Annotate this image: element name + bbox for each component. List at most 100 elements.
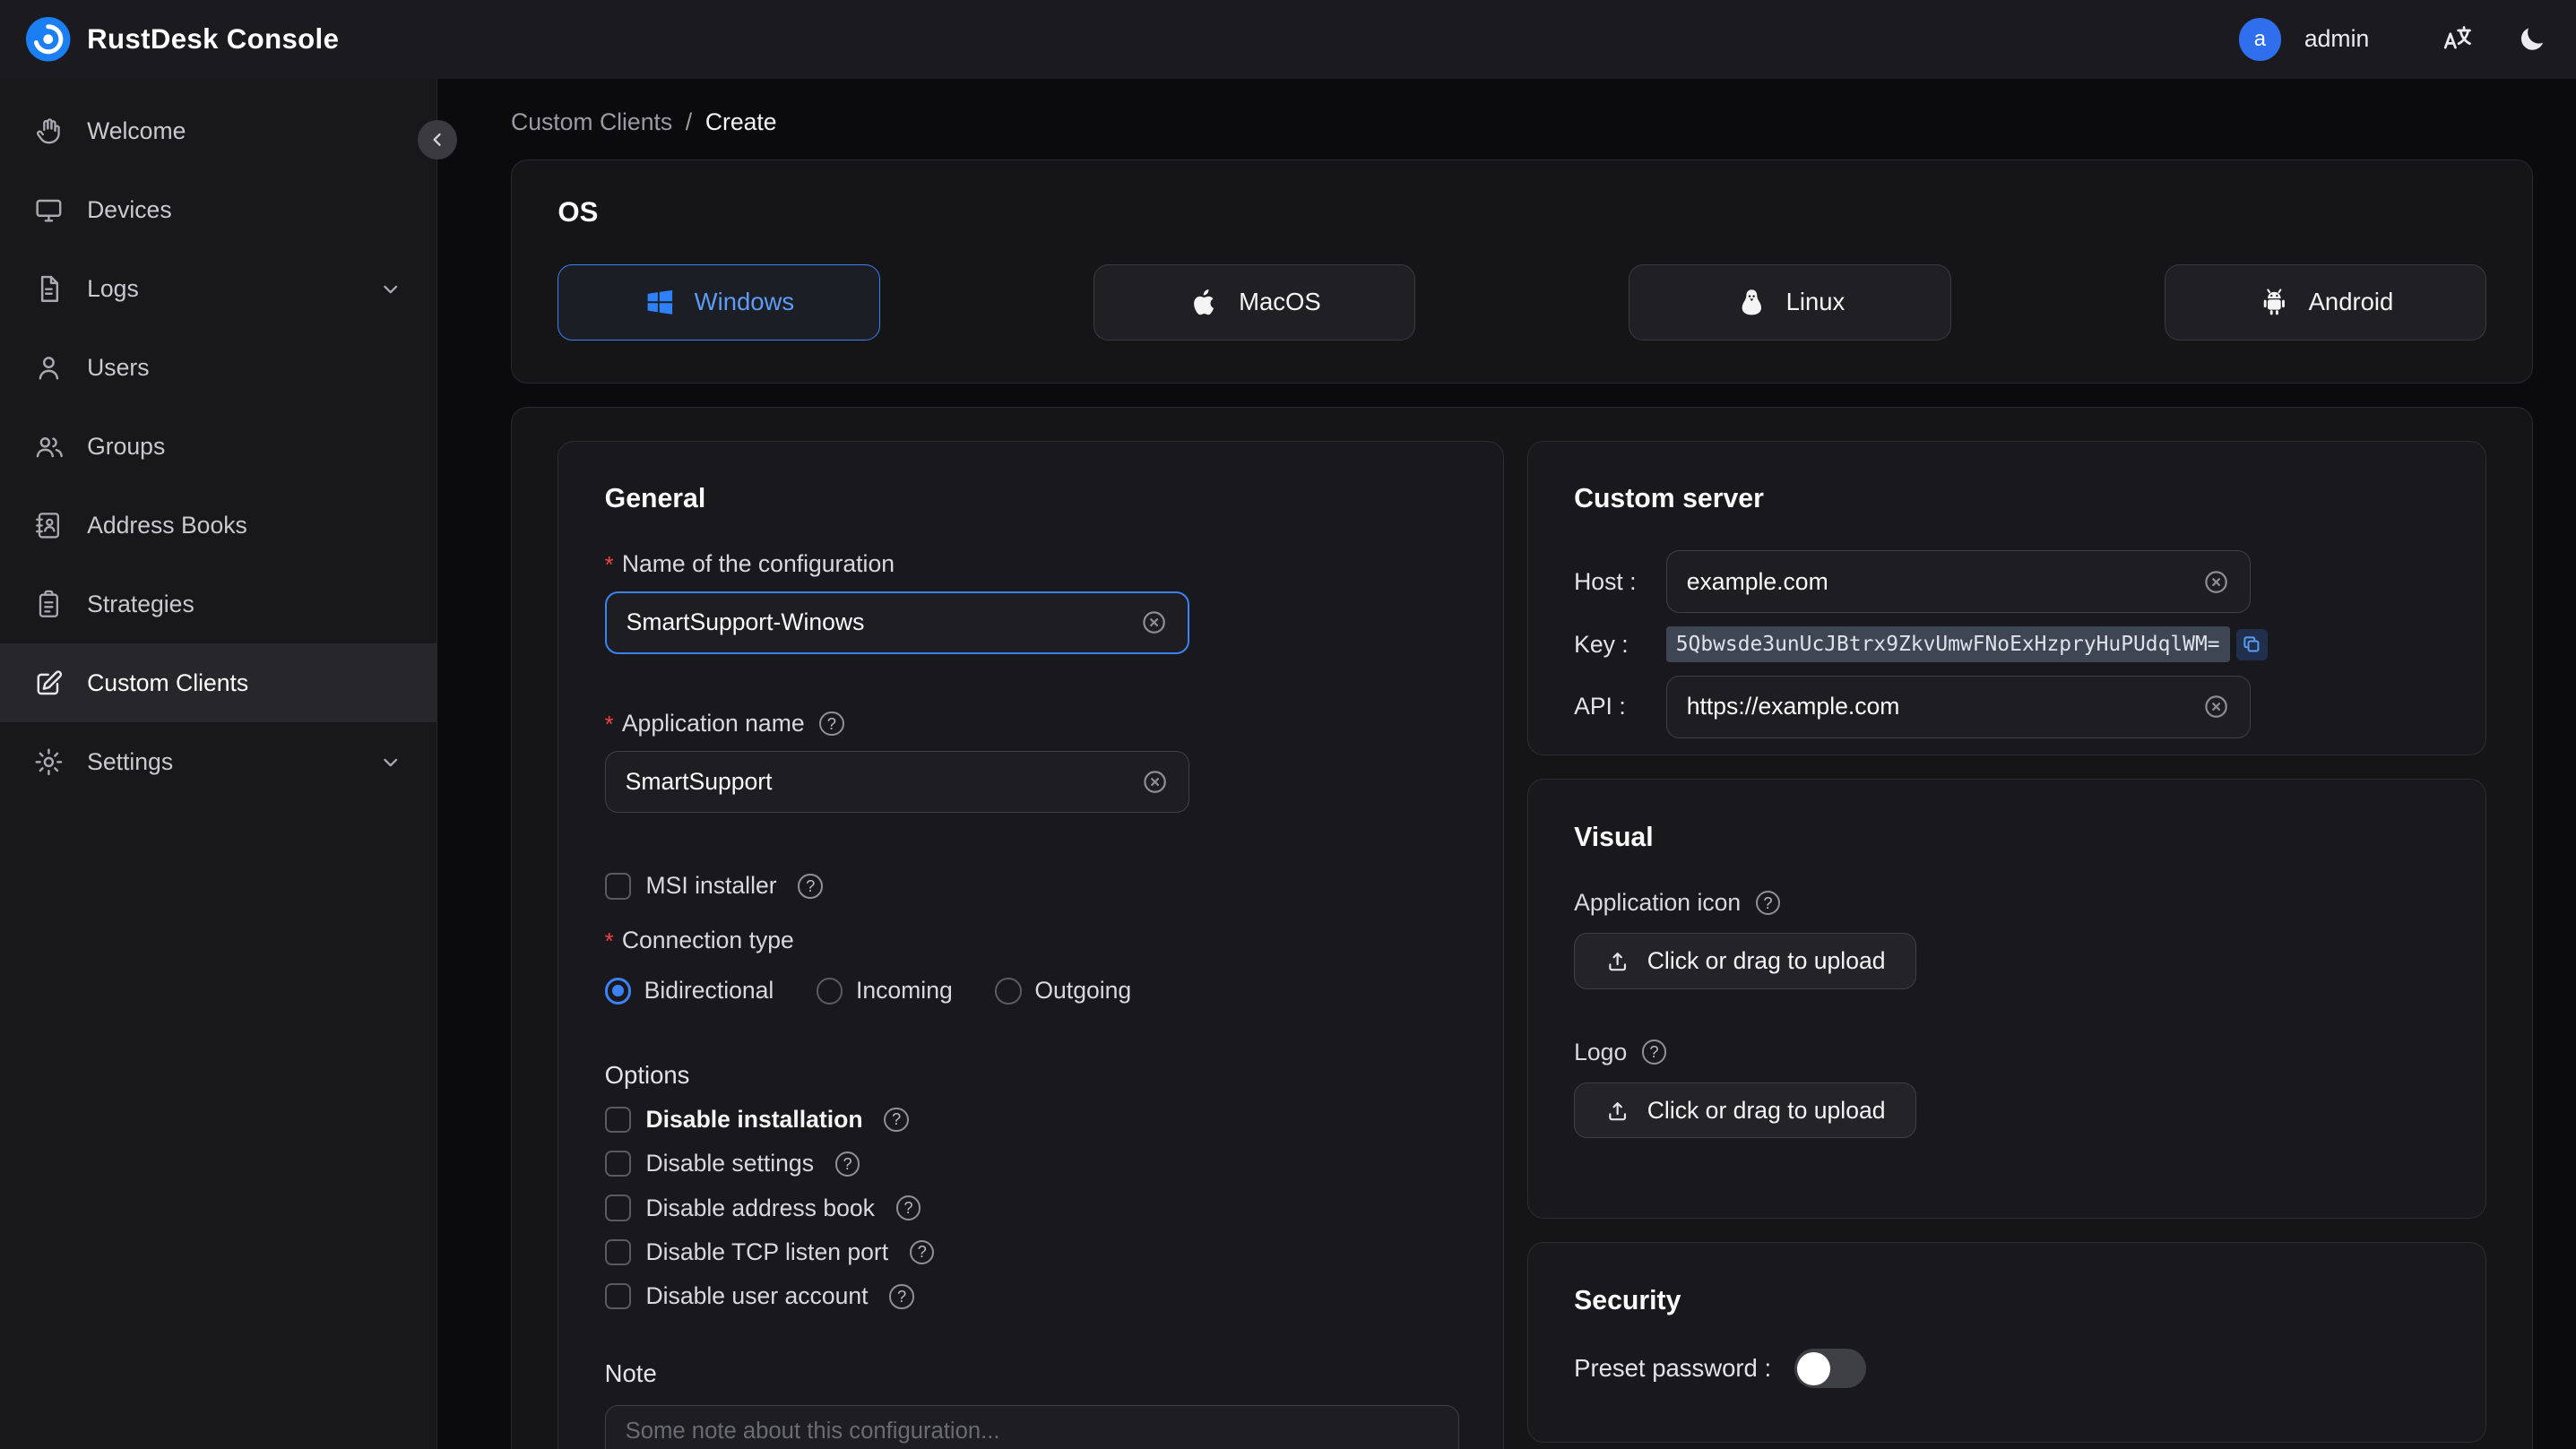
- breadcrumb: Custom Clients / Create: [511, 108, 2533, 136]
- custom-server-card: Custom server Host : Key : 5Qbwsde3unUcJ…: [1526, 440, 2487, 756]
- api-input[interactable]: [1686, 693, 2190, 721]
- name-of-configuration-label: * Name of the configuration: [604, 550, 895, 579]
- checkbox[interactable]: [604, 1106, 631, 1134]
- upload-icon: [1604, 948, 1630, 974]
- msi-installer-row: MSI installer ?: [604, 872, 1457, 900]
- disable-tcp-listen-port-row: Disable TCP listen port ?: [604, 1238, 1457, 1266]
- options-list: Disable installation ? Disable settings …: [604, 1106, 1457, 1310]
- msi-installer-label: MSI installer: [645, 872, 777, 900]
- disable-user-account-row: Disable user account ?: [604, 1282, 1457, 1310]
- application-name-input[interactable]: [625, 768, 1128, 797]
- host-label: Host :: [1574, 567, 1637, 595]
- logo-label: Logo ?: [1574, 1039, 2440, 1066]
- sidebar-item-logs[interactable]: Logs: [0, 250, 437, 329]
- sidebar-item-users[interactable]: Users: [0, 329, 437, 408]
- os-panel: OS Windows MacOS Linux Android: [511, 159, 2534, 384]
- copy-icon[interactable]: [2235, 628, 2268, 660]
- sidebar-item-groups[interactable]: Groups: [0, 408, 437, 487]
- clear-circle-icon[interactable]: [1140, 608, 1168, 636]
- general-card: General * Name of the configuration * Ap…: [558, 440, 1505, 1449]
- username: admin: [2304, 25, 2370, 53]
- connection-type-label: * Connection type: [604, 926, 794, 954]
- sidebar-item-label: Address Books: [87, 511, 247, 539]
- radio-button[interactable]: [604, 978, 631, 1005]
- sidebar-item-label: Custom Clients: [87, 668, 249, 696]
- host-input[interactable]: [1686, 567, 2190, 596]
- host-field: [1665, 550, 2252, 614]
- custom-server-title: Custom server: [1574, 484, 1764, 514]
- theme-toggle-moon-icon[interactable]: [2514, 22, 2550, 57]
- breadcrumb-parent[interactable]: Custom Clients: [511, 108, 672, 136]
- required-marker: *: [604, 928, 614, 954]
- os-button-linux[interactable]: Linux: [1629, 264, 1951, 341]
- application-icon-upload-button[interactable]: Click or drag to upload: [1574, 933, 1916, 989]
- clear-circle-icon[interactable]: [1141, 768, 1169, 796]
- radio-incoming[interactable]: Incoming: [817, 977, 953, 1005]
- checkbox[interactable]: [604, 1195, 631, 1221]
- sidebar-item-label: Users: [87, 354, 150, 382]
- server-key-value: 5Qbwsde3unUcJBtrx9ZkvUmwFNoExHzpryHuPUdq…: [1665, 625, 2230, 663]
- preset-password-label: Preset password :: [1574, 1354, 1772, 1383]
- topbar-right: a admin: [2238, 18, 2550, 61]
- sidebar-item-welcome[interactable]: Welcome: [0, 92, 437, 171]
- help-icon: ?: [1641, 1039, 1667, 1065]
- api-label: API :: [1574, 693, 1626, 720]
- clear-circle-icon[interactable]: [2202, 693, 2230, 720]
- checkbox[interactable]: [604, 1151, 631, 1177]
- visual-title: Visual: [1574, 822, 1654, 852]
- rustdesk-console-page: RustDesk Console a admin Welcome Devices…: [0, 0, 2576, 1449]
- configuration-name-input[interactable]: [626, 608, 1128, 637]
- sidebar-item-settings[interactable]: Settings: [0, 722, 437, 801]
- sidebar-item-label: Settings: [87, 747, 174, 775]
- preset-password-toggle[interactable]: [1794, 1349, 1867, 1389]
- application-name-field: [604, 750, 1190, 814]
- msi-installer-checkbox[interactable]: [604, 873, 631, 900]
- radio-outgoing[interactable]: Outgoing: [995, 977, 1131, 1005]
- sidebar-item-strategies[interactable]: Strategies: [0, 565, 437, 643]
- users-icon: [33, 431, 65, 462]
- sidebar-collapse-button[interactable]: [417, 119, 457, 160]
- sidebar-item-devices[interactable]: Devices: [0, 171, 437, 250]
- sidebar-item-label: Strategies: [87, 590, 194, 617]
- api-field: [1665, 676, 2252, 738]
- app-title: RustDesk Console: [87, 22, 340, 55]
- os-button-windows[interactable]: Windows: [558, 264, 880, 341]
- linux-tux-icon: [1735, 286, 1768, 319]
- sidebar-item-label: Devices: [87, 196, 172, 224]
- security-card: Security Preset password :: [1526, 1241, 2487, 1443]
- rustdesk-logo-icon: [26, 17, 70, 61]
- radio-button[interactable]: [995, 978, 1022, 1005]
- translate-icon[interactable]: [2438, 22, 2474, 57]
- gear-icon: [33, 746, 65, 778]
- required-marker: *: [604, 712, 614, 737]
- help-icon: ?: [798, 874, 823, 899]
- toggle-knob: [1797, 1351, 1831, 1385]
- checkbox[interactable]: [604, 1238, 631, 1266]
- help-icon: ?: [895, 1195, 921, 1220]
- right-column: Custom server Host : Key : 5Qbwsde3unUcJ…: [1526, 440, 2487, 1449]
- radio-bidirectional[interactable]: Bidirectional: [604, 977, 774, 1005]
- android-robot-icon: [2258, 286, 2291, 319]
- os-button-android[interactable]: Android: [2164, 264, 2487, 341]
- avatar[interactable]: a: [2238, 18, 2282, 61]
- upload-icon: [1604, 1098, 1630, 1124]
- note-input[interactable]: [604, 1404, 1459, 1449]
- breadcrumb-current: Create: [705, 108, 777, 135]
- required-marker: *: [604, 553, 614, 579]
- sidebar-item-address-books[interactable]: Address Books: [0, 486, 437, 565]
- help-icon: ?: [834, 1151, 860, 1177]
- os-button-macos[interactable]: MacOS: [1093, 264, 1416, 341]
- windows-logo-icon: [644, 286, 677, 319]
- preset-password-row: Preset password :: [1574, 1349, 2440, 1389]
- host-row: Host :: [1574, 550, 2440, 614]
- help-icon: ?: [889, 1284, 914, 1309]
- sidebar-item-custom-clients[interactable]: Custom Clients: [0, 643, 437, 723]
- configuration-name-field: [604, 591, 1190, 654]
- topbar: RustDesk Console a admin: [0, 0, 2576, 79]
- checkbox[interactable]: [604, 1283, 631, 1310]
- chevron-left-icon: [426, 128, 449, 151]
- clear-circle-icon[interactable]: [2202, 568, 2230, 596]
- radio-button[interactable]: [817, 978, 843, 1005]
- monitor-icon: [33, 194, 65, 226]
- logo-upload-button[interactable]: Click or drag to upload: [1574, 1082, 1916, 1139]
